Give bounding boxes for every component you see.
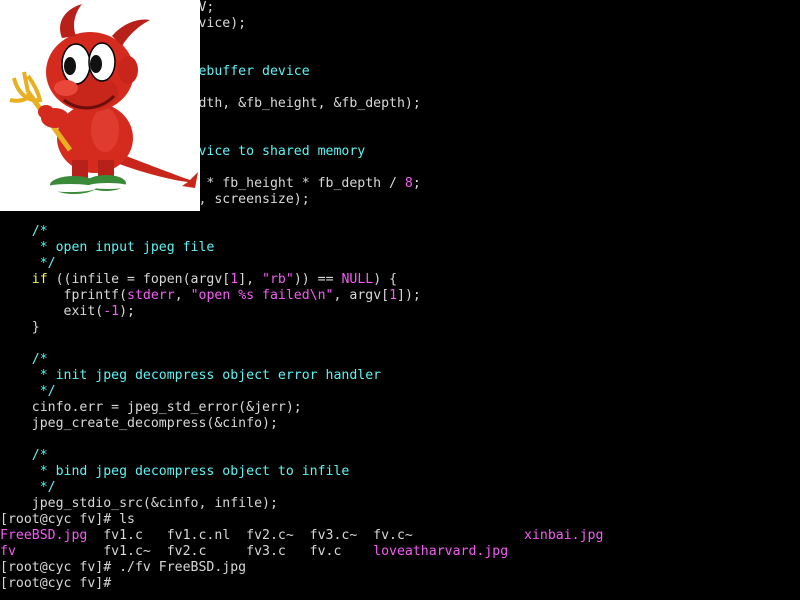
terminal-text: if	[0, 272, 48, 287]
terminal-text: ]);	[397, 288, 421, 303]
terminal-line: */	[0, 384, 56, 400]
terminal-text: -1	[103, 304, 120, 319]
terminal-text: /*	[0, 448, 48, 463]
terminal-text: * init jpeg decompress object error hand…	[0, 368, 382, 383]
terminal-line: FreeBSD.jpg fv1.c fv1.c.nl fv2.c~ fv3.c~…	[0, 528, 603, 544]
beastie-mascot-icon	[9, 4, 198, 194]
terminal-text: [root@cyc fv]# ./fv FreeBSD.jpg	[0, 560, 247, 575]
terminal-text: ,	[174, 288, 191, 303]
freebsd-beastie-image	[0, 0, 200, 211]
terminal-line: cinfo.err = jpeg_std_error(&jerr);	[0, 400, 302, 416]
terminal-text: stderr	[127, 288, 175, 303]
terminal-text: * open input jpeg file	[0, 240, 215, 255]
terminal-line: * init jpeg decompress object error hand…	[0, 368, 381, 384]
terminal-text: )) ==	[293, 272, 342, 287]
terminal-line: * open input jpeg file	[0, 240, 215, 256]
terminal-text: 1	[389, 288, 398, 303]
terminal-text: fprintf(	[0, 288, 128, 303]
terminal-text: [root@cyc fv]# ls	[0, 512, 135, 527]
terminal-text: fv1.c~ fv2.c fv3.c fv.c	[15, 544, 374, 559]
terminal-line: [root@cyc fv]# ./fv FreeBSD.jpg	[0, 560, 246, 576]
terminal-line: fv fv1.c~ fv2.c fv3.c fv.c loveatharvard…	[0, 544, 508, 560]
terminal-text: "open %s failed\n"	[190, 288, 334, 303]
terminal-text: "rb"	[262, 272, 294, 287]
terminal-text: ) {	[373, 272, 398, 287]
terminal-text: ],	[238, 272, 263, 287]
terminal-text: fv1.c fv1.c.nl fv2.c~ fv3.c~ fv.c~	[87, 528, 525, 543]
terminal-text: */	[0, 256, 56, 271]
terminal-line: /*	[0, 224, 48, 240]
terminal-text: xinbai.jpg	[524, 528, 604, 543]
terminal-line: [root@cyc fv]# ls	[0, 512, 135, 528]
terminal-line: jpeg_stdio_src(&cinfo, infile);	[0, 496, 278, 512]
terminal-text: * bind jpeg decompress object to infile	[0, 464, 350, 479]
terminal-text: ((infile = fopen(argv[	[47, 272, 231, 287]
terminal-line: */	[0, 480, 56, 496]
terminal-line: * bind jpeg decompress object to infile	[0, 464, 350, 480]
terminal-text: /*	[0, 352, 48, 367]
terminal-text: [root@cyc fv]#	[0, 576, 120, 591]
terminal-text: , argv[	[333, 288, 390, 303]
terminal-text: jpeg_create_decompress(&cinfo);	[0, 416, 278, 431]
terminal-text: }	[0, 320, 40, 335]
terminal-line: */	[0, 256, 56, 272]
terminal-text: FreeBSD.jpg	[0, 528, 88, 543]
terminal-text: NULL	[341, 272, 374, 287]
terminal-text: cinfo.err = jpeg_std_error(&jerr);	[0, 400, 302, 415]
terminal-text: /*	[0, 224, 48, 239]
terminal-line: exit(-1);	[0, 304, 135, 320]
terminal-line: jpeg_create_decompress(&cinfo);	[0, 416, 278, 432]
terminal-text: fv	[0, 544, 16, 559]
terminal-text: loveatharvard.jpg	[373, 544, 509, 559]
terminal-line: [root@cyc fv]#	[0, 576, 119, 592]
terminal-text: );	[119, 304, 135, 319]
terminal-text: 8	[404, 176, 413, 191]
terminal-line: /*	[0, 352, 48, 368]
terminal-line: /*	[0, 448, 48, 464]
terminal-text: jpeg_stdio_src(&cinfo, infile);	[0, 496, 278, 511]
terminal-text: */	[0, 480, 56, 495]
terminal-line: }	[0, 320, 40, 336]
terminal-line: fprintf(stderr, "open %s failed\n", argv…	[0, 288, 421, 304]
framebuffer-console: V; vice); ebuffer device dth, &fb_height…	[0, 0, 800, 600]
terminal-text: exit(	[0, 304, 104, 319]
terminal-line: if ((infile = fopen(argv[1], "rb")) == N…	[0, 272, 397, 288]
terminal-text: */	[0, 384, 56, 399]
terminal-text: ;	[412, 176, 421, 191]
